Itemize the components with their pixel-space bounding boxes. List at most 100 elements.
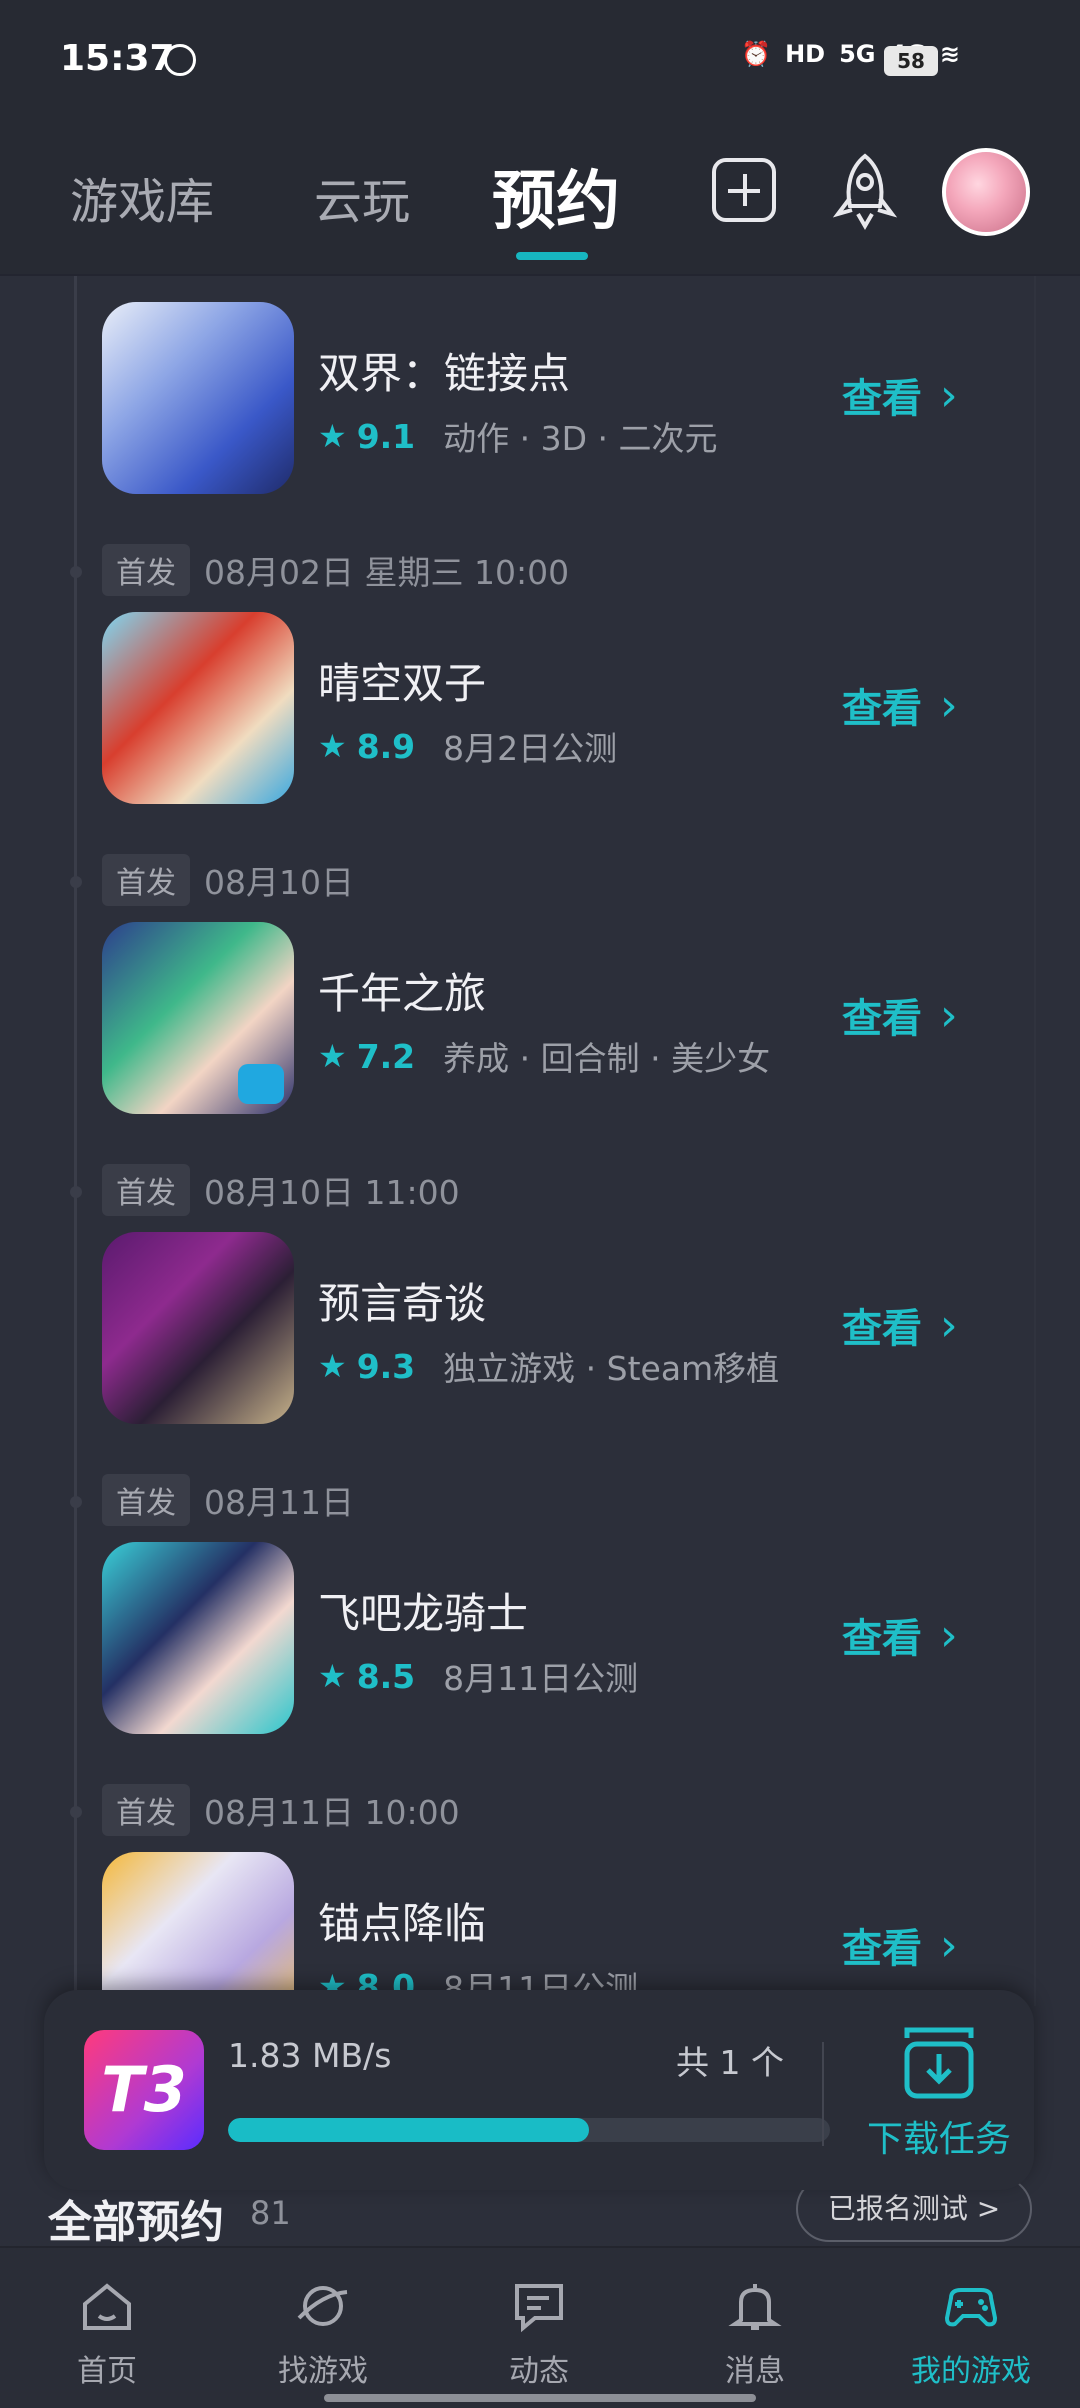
star-icon: ★ <box>318 727 347 765</box>
view-button[interactable]: 查看 › <box>842 1606 958 1664</box>
view-button-label: 查看 <box>842 1306 922 1352</box>
rocket-icon[interactable] <box>822 148 908 234</box>
game-meta: ★ 8.9 8月2日公测 <box>318 722 617 770</box>
tab-reservation[interactable]: 预约 <box>492 150 620 242</box>
download-progress-fill <box>228 2118 590 2142</box>
chevron-right-icon: › <box>940 1609 958 1661</box>
top-nav: 游戏库 云玩 预约 <box>0 120 1080 276</box>
nav-find-games[interactable]: 找游戏 <box>248 2278 398 2390</box>
download-count: 共 1 个 <box>676 2043 784 2082</box>
game-icon[interactable] <box>102 922 294 1114</box>
alarm-icon: ⏰ <box>741 40 772 68</box>
home-icon <box>83 2283 131 2330</box>
timeline-line <box>74 276 77 2006</box>
download-divider <box>822 2042 824 2146</box>
date-row: 首发 08月10日 <box>102 854 354 906</box>
view-button[interactable]: 查看 › <box>842 366 958 424</box>
date-badge: 首发 <box>102 1784 190 1836</box>
download-tasks-label: 下载任务 <box>866 2119 1011 2160</box>
nav-messages[interactable]: 消息 <box>680 2278 830 2390</box>
game-meta: ★ 9.3 独立游戏 · Steam移植 <box>318 1342 779 1390</box>
nav-feed-label: 动态 <box>509 2354 569 2389</box>
game-row[interactable]: 预言奇谈 ★ 9.3 独立游戏 · Steam移植 查看 › <box>102 1232 1022 1426</box>
view-button-label: 查看 <box>842 1616 922 1662</box>
view-button[interactable]: 查看 › <box>842 986 958 1044</box>
bottom-nav: 首页 找游戏 动态 消息 我的游戏 <box>0 2246 1080 2408</box>
tab-game-library[interactable]: 游戏库 <box>70 162 214 232</box>
game-tags: 独立游戏 · Steam移植 <box>443 1349 780 1388</box>
list-right-divider <box>1034 276 1036 2006</box>
date-text: 08月11日 10:00 <box>204 1793 460 1832</box>
hd-icon: HD <box>785 40 826 68</box>
nav-my-games[interactable]: 我的游戏 <box>896 2278 1046 2390</box>
game-row[interactable]: 双界：链接点 ★ 9.1 动作 · 3D · 二次元 查看 › <box>102 302 1022 496</box>
game-tags: 养成 · 回合制 · 美少女 <box>443 1039 771 1078</box>
game-row[interactable]: 千年之旅 ★ 7.2 养成 · 回合制 · 美少女 查看 › <box>102 922 1022 1116</box>
nav-feed[interactable]: 动态 <box>464 2278 614 2390</box>
nav-messages-label: 消息 <box>725 2354 785 2389</box>
planet-icon <box>297 2286 348 2326</box>
game-icon[interactable] <box>102 612 294 804</box>
date-badge: 首发 <box>102 544 190 596</box>
game-score: 7.2 <box>356 1036 416 1076</box>
chevron-right-icon: › <box>940 1299 958 1351</box>
game-score: 9.1 <box>356 416 416 456</box>
date-row: 首发 08月02日 星期三 10:00 <box>102 544 569 596</box>
download-progress-bar <box>228 2118 830 2142</box>
gamepad-icon <box>944 2288 998 2327</box>
game-score: 8.9 <box>356 726 416 766</box>
chevron-right-icon: › <box>940 369 958 421</box>
download-panel[interactable]: T3 1.83 MB/s 共 1 个 下载任务 <box>44 1990 1034 2190</box>
chevron-right-icon: › <box>940 679 958 731</box>
user-avatar[interactable] <box>942 148 1030 236</box>
bilibili-icon <box>238 1064 284 1104</box>
reservation-list: 双界：链接点 ★ 9.1 动作 · 3D · 二次元 查看 › 首发 08月02… <box>0 276 1080 2006</box>
nav-home[interactable]: 首页 <box>32 2278 182 2390</box>
date-text: 08月10日 11:00 <box>204 1173 460 1212</box>
date-text: 08月10日 <box>204 863 354 902</box>
star-icon: ★ <box>318 1037 347 1075</box>
download-tasks-button[interactable]: 下载任务 <box>844 2024 1034 2174</box>
game-row[interactable]: 锚点降临 ★ 8.0 8月11日公测 查看 › <box>102 1852 1022 2006</box>
download-icon <box>904 2027 974 2099</box>
home-indicator[interactable] <box>324 2394 756 2402</box>
t3-app-icon: T3 <box>84 2030 204 2150</box>
date-badge: 首发 <box>102 1164 190 1216</box>
game-name: 千年之旅 <box>318 969 487 1018</box>
view-button-label: 查看 <box>842 686 922 732</box>
game-name: 晴空双子 <box>318 659 487 708</box>
game-meta: ★ 9.1 动作 · 3D · 二次元 <box>318 412 718 460</box>
view-button[interactable]: 查看 › <box>842 1916 958 1974</box>
game-name: 双界：链接点 <box>318 349 571 398</box>
status-time: 15:37 <box>60 38 175 79</box>
date-badge: 首发 <box>102 1474 190 1526</box>
view-button[interactable]: 查看 › <box>842 1296 958 1354</box>
game-row[interactable]: 飞吧龙骑士 ★ 8.5 8月11日公测 查看 › <box>102 1542 1022 1736</box>
timeline-dot <box>70 1806 82 1818</box>
wifi-icon: ≋ <box>939 40 960 68</box>
tab-cloud-play[interactable]: 云玩 <box>314 162 410 232</box>
game-score: 8.5 <box>356 1656 416 1696</box>
status-bar: 15:37 ⏰ HD 5G 4G ≋ 58 <box>0 0 1080 120</box>
game-tags: 8月2日公测 <box>443 729 618 768</box>
chevron-right-icon: › <box>940 1919 958 1971</box>
view-button-label: 查看 <box>842 996 922 1042</box>
game-meta: ★ 8.5 8月11日公测 <box>318 1652 638 1700</box>
game-icon[interactable] <box>102 1232 294 1424</box>
star-icon: ★ <box>318 1657 347 1695</box>
game-icon[interactable] <box>102 1542 294 1734</box>
game-icon[interactable] <box>102 1852 294 2006</box>
view-button-label: 查看 <box>842 376 922 422</box>
chat-icon <box>515 2284 563 2333</box>
date-row: 首发 08月11日 10:00 <box>102 1784 460 1836</box>
view-button[interactable]: 查看 › <box>842 676 958 734</box>
timeline-dot <box>70 1496 82 1508</box>
add-icon[interactable] <box>712 158 776 222</box>
game-row[interactable]: 晴空双子 ★ 8.9 8月2日公测 查看 › <box>102 612 1022 806</box>
nav-find-games-label: 找游戏 <box>278 2354 368 2389</box>
game-icon[interactable] <box>102 302 294 494</box>
5g-signal-icon: 5G <box>839 40 876 68</box>
game-meta: ★ 7.2 养成 · 回合制 · 美少女 <box>318 1032 770 1080</box>
game-tags: 动作 · 3D · 二次元 <box>443 419 718 458</box>
download-speed: 1.83 MB/s <box>228 2036 392 2075</box>
